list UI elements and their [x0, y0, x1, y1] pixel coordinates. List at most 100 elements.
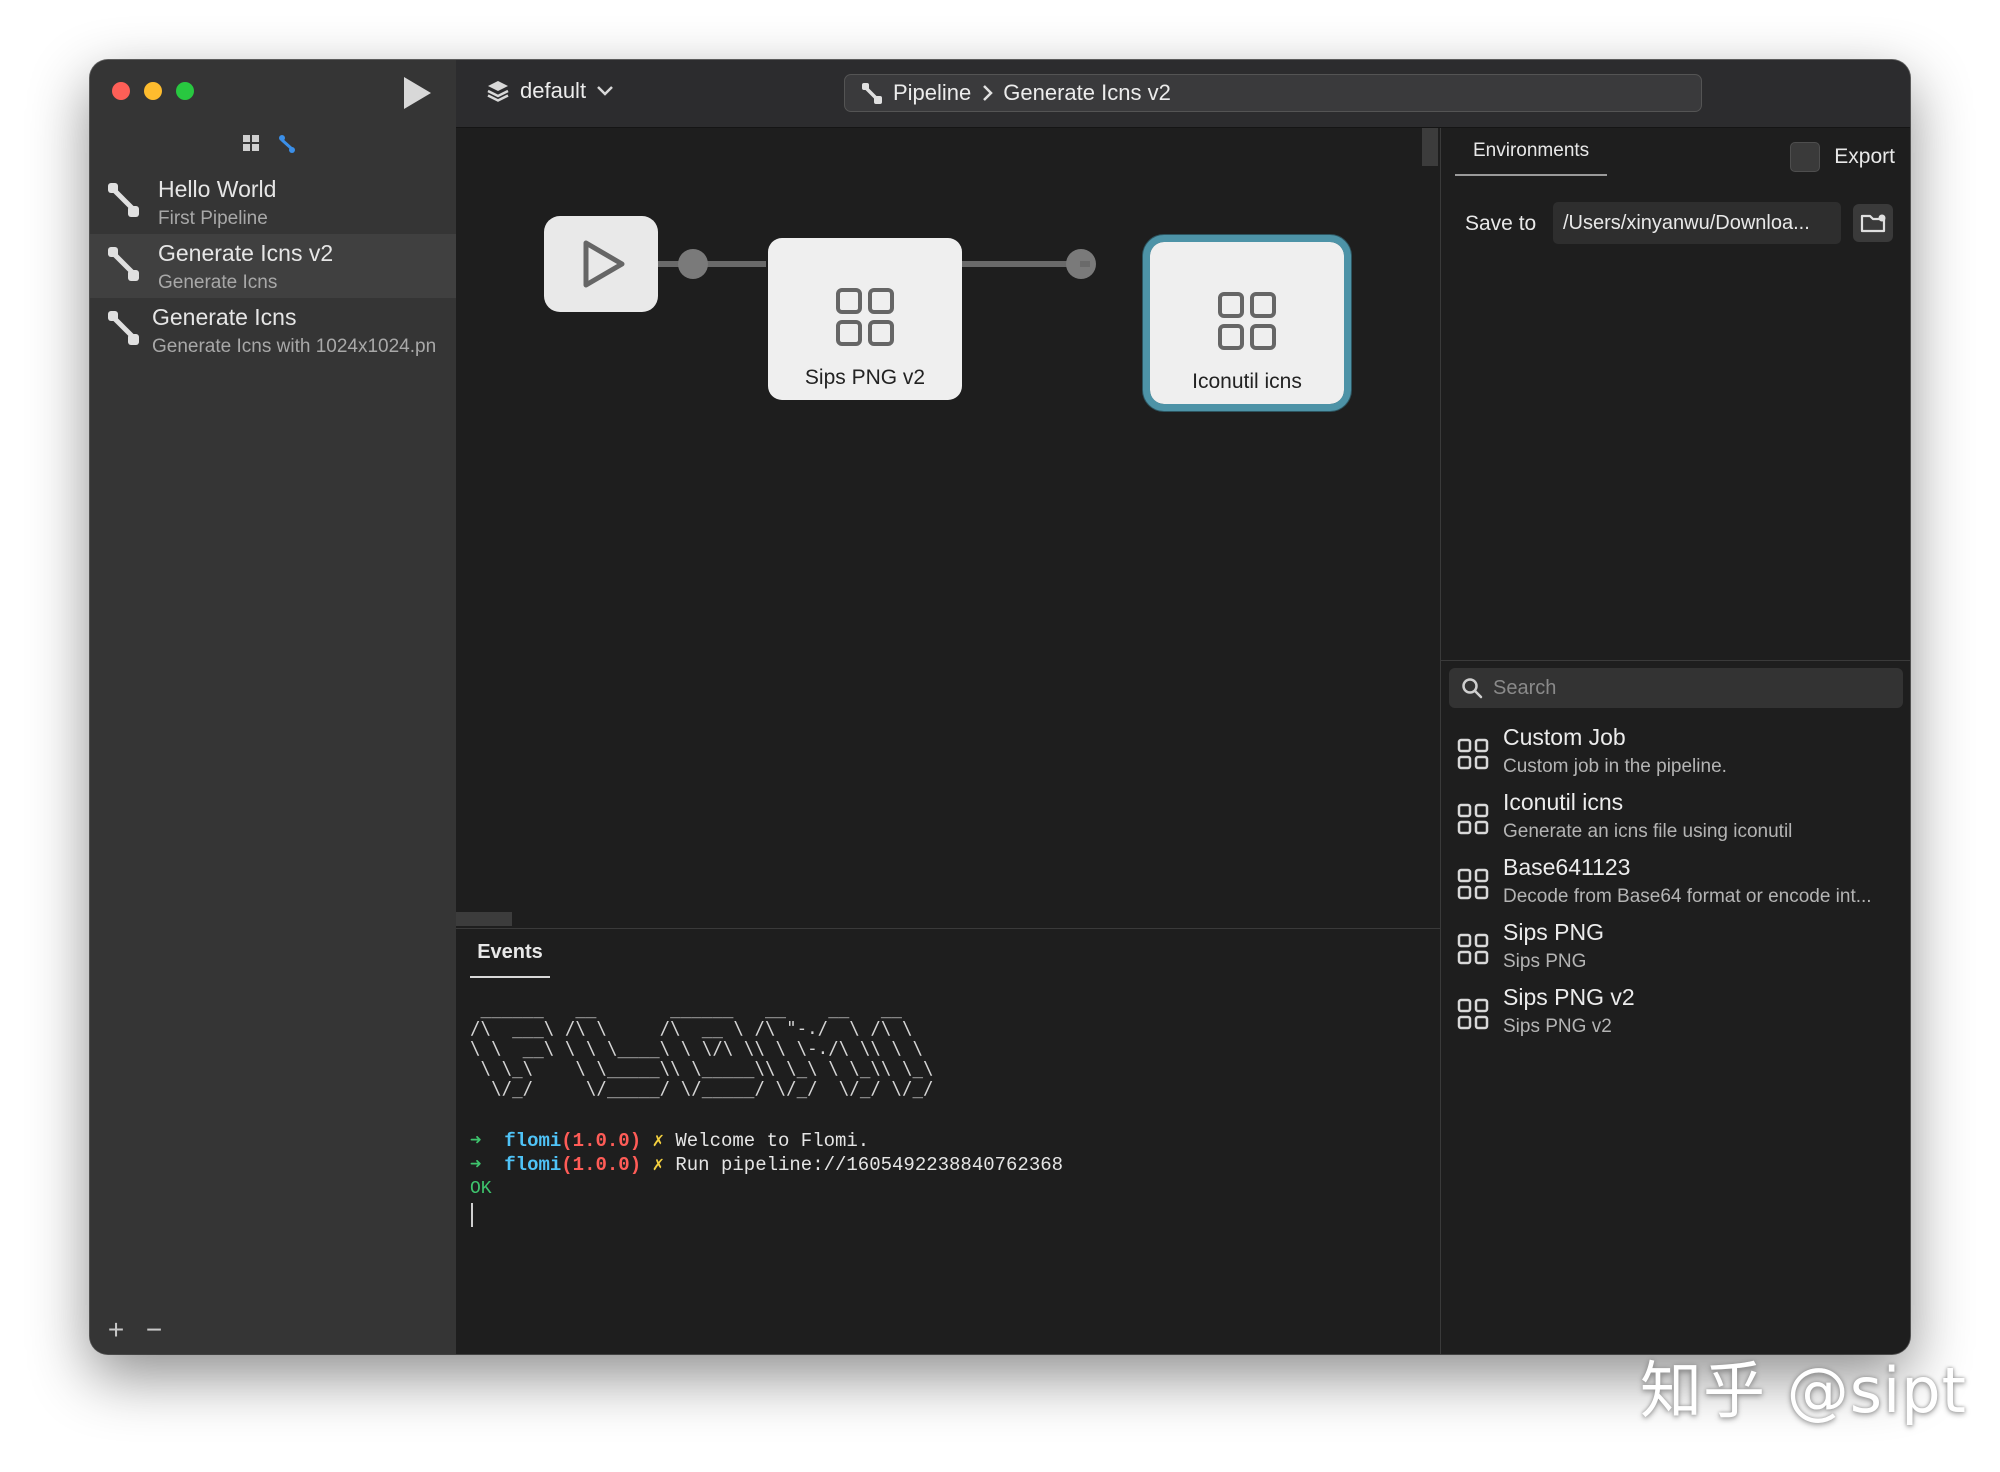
connection-line — [656, 261, 766, 267]
export-label: Export — [1834, 145, 1895, 168]
job-grid-icon — [1218, 292, 1276, 350]
log-line: ➜ flomi(1.0.0) ✗ Run pipeline://16054922… — [470, 1153, 1430, 1176]
pipeline-canvas[interactable]: Sips PNG v2 Iconutil icns — [456, 128, 1440, 926]
horizontal-scrollbar[interactable] — [456, 912, 512, 926]
zoom-window-button[interactable] — [176, 82, 194, 100]
library-item-sips-png[interactable]: Sips PNG Sips PNG — [1441, 919, 1910, 981]
pipeline-icon — [108, 311, 139, 345]
chevron-right-icon — [983, 85, 994, 101]
sidebar-item-title: Generate Icns — [152, 304, 297, 330]
add-pipeline-button[interactable]: + — [106, 1314, 126, 1346]
log-message: Welcome to Flomi. — [675, 1130, 870, 1152]
export-checkbox[interactable] — [1790, 142, 1821, 172]
library-item-sips-png-v2[interactable]: Sips PNG v2 Sips PNG v2 — [1441, 984, 1910, 1046]
sidebar-item-generate-icns-v2[interactable]: Generate Icns v2 Generate Icns — [90, 234, 456, 298]
library-item-name: Sips PNG v2 — [1503, 984, 1635, 1010]
play-icon — [583, 240, 625, 288]
log-arrow-icon: ➜ — [470, 1154, 482, 1176]
job-node-label: Iconutil icns — [1192, 370, 1302, 393]
sidebar-view-switcher — [242, 134, 296, 159]
events-panel: Events ______ __ ______ __ __ __ /\ ___\… — [456, 928, 1440, 1354]
tab-environments[interactable]: Environments — [1455, 140, 1608, 176]
sidebar: Hello World First Pipeline Generate Icns… — [90, 60, 456, 1354]
connection-line — [960, 261, 1080, 267]
close-window-button[interactable] — [112, 82, 130, 100]
job-node-sips-png-v2[interactable]: Sips PNG v2 — [768, 238, 962, 400]
job-grid-icon — [836, 288, 894, 346]
job-grid-icon — [1457, 868, 1489, 900]
watermark: 知乎 @sipt — [1640, 1354, 1967, 1427]
terminal-cursor[interactable] — [471, 1203, 473, 1227]
pipeline-icon — [108, 247, 139, 281]
search-placeholder: Search — [1493, 676, 1557, 699]
layers-icon — [487, 81, 509, 102]
log-version: (1.0.0) — [561, 1130, 642, 1152]
library-item-desc: Sips PNG — [1503, 951, 1587, 972]
library-item-custom-job[interactable]: Custom Job Custom job in the pipeline. — [1441, 724, 1910, 786]
sidebar-item-generate-icns[interactable]: Generate Icns Generate Icns with 1024x10… — [90, 298, 456, 362]
log-message: Run pipeline://1605492238840762368 — [675, 1154, 1064, 1176]
library-item-iconutil-icns[interactable]: Iconutil icns Generate an icns file usin… — [1441, 789, 1910, 851]
app-window: Hello World First Pipeline Generate Icns… — [90, 60, 1910, 1354]
log-line: ➜ flomi(1.0.0) ✗ Welcome to Flomi. — [470, 1129, 1430, 1152]
panel-divider — [1441, 660, 1910, 661]
log-app-name: flomi — [504, 1154, 562, 1176]
library-item-name: Custom Job — [1503, 724, 1626, 750]
sidebar-item-subtitle: Generate Icns — [158, 272, 278, 293]
job-node-iconutil-icns[interactable]: Iconutil icns — [1143, 235, 1351, 411]
sidebar-item-hello-world[interactable]: Hello World First Pipeline — [90, 170, 456, 234]
log-arrow-icon: ➜ — [470, 1130, 482, 1152]
choose-folder-button[interactable] — [1853, 204, 1893, 242]
pipeline-icon — [108, 183, 139, 217]
sidebar-item-subtitle: Generate Icns with 1024x1024.pn — [152, 336, 437, 357]
run-pipeline-button[interactable] — [400, 74, 434, 112]
library-item-desc: Generate an icns file using iconutil — [1503, 821, 1793, 842]
chevron-down-icon — [597, 86, 613, 96]
grid-view-icon[interactable] — [242, 134, 260, 159]
connection-line — [1080, 261, 1090, 267]
library-item-desc: Decode from Base64 format or encode int.… — [1503, 886, 1872, 907]
ascii-banner: ______ __ ______ __ __ __ /\ ___\ /\ \ /… — [470, 999, 934, 1099]
log-version: (1.0.0) — [561, 1154, 642, 1176]
job-grid-icon — [1457, 803, 1489, 835]
log-status: OK — [470, 1179, 492, 1199]
start-node[interactable] — [544, 216, 658, 312]
log-mark-icon: ✗ — [652, 1130, 664, 1152]
toolbar: default Pipeline Generate Icns v2 — [404, 60, 1910, 128]
breadcrumb-root[interactable]: Pipeline — [893, 80, 971, 106]
sidebar-footer: + − — [106, 1314, 164, 1346]
pipeline-view-icon[interactable] — [278, 134, 296, 159]
tab-events[interactable]: Events — [470, 941, 550, 978]
library-item-name: Base641123 — [1503, 854, 1631, 880]
sidebar-item-subtitle: First Pipeline — [158, 208, 268, 229]
pipeline-icon — [862, 83, 882, 104]
library-item-name: Sips PNG — [1503, 919, 1604, 945]
inspector-panel: Environments Export Save to /Users/xinya… — [1440, 128, 1910, 1354]
library-item-desc: Custom job in the pipeline. — [1503, 756, 1727, 777]
breadcrumb: Pipeline Generate Icns v2 — [844, 74, 1702, 112]
search-icon — [1462, 678, 1483, 699]
breadcrumb-current[interactable]: Generate Icns v2 — [1003, 80, 1171, 106]
job-node-label: Sips PNG v2 — [804, 366, 926, 389]
job-grid-icon — [1457, 738, 1489, 770]
scheme-selector[interactable]: default — [486, 78, 614, 104]
library-item-desc: Sips PNG v2 — [1503, 1016, 1612, 1037]
job-grid-icon — [1457, 933, 1489, 965]
sidebar-item-title: Hello World — [158, 176, 277, 202]
sidebar-item-title: Generate Icns v2 — [158, 240, 334, 266]
remove-pipeline-button[interactable]: − — [144, 1314, 164, 1346]
connection-handle[interactable] — [678, 249, 708, 279]
export-toggle[interactable]: Export — [1790, 142, 1895, 172]
save-path-field[interactable]: /Users/xinyanwu/Downloa... — [1553, 202, 1841, 244]
job-grid-icon — [1457, 998, 1489, 1030]
job-search-input[interactable]: Search — [1449, 668, 1903, 708]
folder-icon — [1860, 214, 1886, 233]
vertical-scrollbar[interactable] — [1422, 128, 1438, 166]
minimize-window-button[interactable] — [144, 82, 162, 100]
library-item-name: Iconutil icns — [1503, 789, 1624, 815]
log-app-name: flomi — [504, 1130, 562, 1152]
scheme-label: default — [520, 78, 587, 103]
library-item-base641123[interactable]: Base641123 Decode from Base64 format or … — [1441, 854, 1910, 916]
save-to-label: Save to — [1465, 212, 1537, 235]
log-mark-icon: ✗ — [652, 1154, 664, 1176]
